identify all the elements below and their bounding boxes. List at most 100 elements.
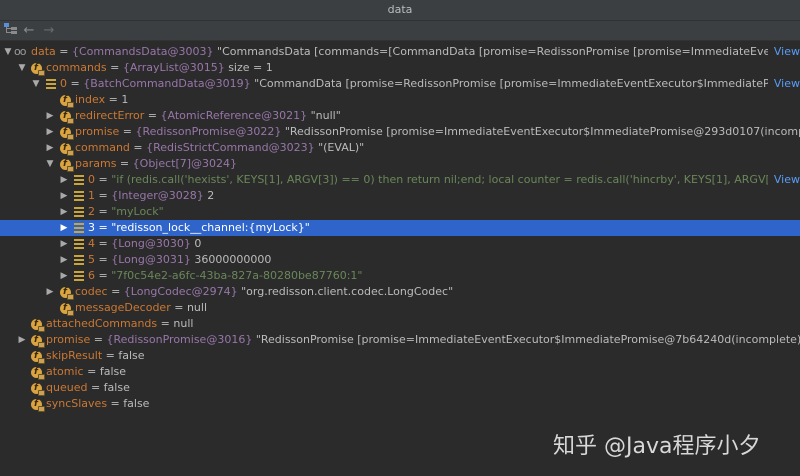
tree-row-redirectError[interactable]: ▶ redirectError = {AtomicReference@3021}… — [0, 108, 800, 124]
variable-name: attachedCommands — [46, 317, 158, 330]
view-link[interactable]: View — [767, 76, 800, 92]
collapsed-arrow-icon[interactable]: ▶ — [59, 268, 69, 284]
tree-row-promise-top[interactable]: ▶ promise = {RedissonPromise@3016} "Redi… — [0, 332, 800, 348]
equals-sign: = — [105, 93, 122, 106]
equals-sign: = — [95, 189, 112, 202]
tree-row-param-4[interactable]: ▶ 4 = {Long@3030} 0 — [0, 236, 800, 252]
collapsed-arrow-icon[interactable]: ▶ — [59, 188, 69, 204]
tree-row-messageDecoder[interactable]: messageDecoder = null — [0, 300, 800, 316]
forward-arrow-icon[interactable]: → — [41, 23, 57, 38]
tree-row-syncSlaves[interactable]: syncSlaves = false — [0, 396, 800, 412]
collapsed-arrow-icon[interactable]: ▶ — [59, 220, 69, 236]
collapsed-arrow-icon[interactable]: ▶ — [59, 204, 69, 220]
variable-value: "null" — [310, 109, 341, 122]
expanded-arrow-icon[interactable]: ▼ — [3, 44, 13, 60]
array-element-icon — [74, 255, 84, 265]
collapsed-arrow-icon[interactable]: ▶ — [17, 332, 27, 348]
view-link[interactable]: View — [767, 44, 800, 60]
array-element-icon — [46, 79, 56, 89]
tree-row-skipResult[interactable]: skipResult = false — [0, 348, 800, 364]
variable-name: 2 — [88, 205, 95, 218]
equals-sign: = — [95, 253, 112, 266]
field-icon — [31, 332, 45, 348]
variable-value: "org.redisson.client.codec.LongCodec" — [241, 285, 454, 298]
variable-name: data — [31, 45, 56, 58]
expanded-arrow-icon[interactable]: ▼ — [31, 76, 41, 92]
expanded-arrow-icon[interactable]: ▼ — [17, 60, 27, 76]
equals-sign: = — [157, 317, 174, 330]
equals-sign: = — [144, 109, 161, 122]
field-icon — [60, 92, 74, 108]
collapsed-arrow-icon[interactable]: ▶ — [45, 108, 55, 124]
tree-row-promise[interactable]: ▶ promise = {RedissonPromise@3022} "Redi… — [0, 124, 800, 140]
tree-row-params[interactable]: ▼ params = {Object[7]@3024} — [0, 156, 800, 172]
variable-name: 0 — [88, 173, 95, 186]
equals-sign: = — [95, 221, 112, 234]
collapsed-arrow-icon[interactable]: ▶ — [45, 124, 55, 140]
equals-sign: = — [170, 301, 187, 314]
equals-sign: = — [95, 269, 112, 282]
equals-sign: = — [83, 365, 100, 378]
window-title: data — [0, 0, 800, 21]
variable-value: "RedissonPromise [promise=ImmediateEvent… — [284, 125, 800, 138]
variable-name: promise — [46, 333, 91, 346]
equals-sign: = — [102, 349, 119, 362]
variable-name: index — [75, 93, 106, 106]
variables-tree: ▼ oo data = {CommandsData@3003} "Command… — [0, 41, 800, 476]
field-icon — [60, 108, 74, 124]
tree-row-param-3[interactable]: ▶ 3 = "redisson_lock__channel:{myLock}" — [0, 220, 800, 236]
collapsed-arrow-icon[interactable]: ▶ — [45, 140, 55, 156]
field-icon — [31, 364, 45, 380]
variable-type: {Long@3030} — [111, 237, 195, 250]
array-element-icon — [74, 175, 84, 185]
variable-value: 0 — [194, 237, 202, 250]
tree-row-param-1[interactable]: ▶ 1 = {Integer@3028} 2 — [0, 188, 800, 204]
field-icon — [60, 124, 74, 140]
variable-type: {LongCodec@2974} — [123, 285, 242, 298]
collapsed-arrow-icon[interactable]: ▶ — [59, 252, 69, 268]
tree-row-atomic[interactable]: atomic = false — [0, 364, 800, 380]
tree-row-attachedCommands[interactable]: attachedCommands = null — [0, 316, 800, 332]
variable-value: null — [173, 317, 194, 330]
collapsed-arrow-icon[interactable]: ▶ — [59, 172, 69, 188]
variable-value: "CommandsData [commands=[CommandData [pr… — [217, 45, 800, 58]
tree-row-param-0[interactable]: ▶ 0 = "if (redis.call('hexists', KEYS[1]… — [0, 172, 800, 188]
tree-row-commands[interactable]: ▼ commands = {ArrayList@3015} size = 1 — [0, 60, 800, 76]
array-element-icon — [74, 271, 84, 281]
tree-row-element-0[interactable]: ▼ 0 = {BatchCommandData@3019} "CommandDa… — [0, 76, 800, 92]
tree-row-param-6[interactable]: ▶ 6 = "7f0c54e2-a6fc-43ba-827a-80280be87… — [0, 268, 800, 284]
equals-sign: = — [90, 333, 107, 346]
variable-value: 2 — [207, 189, 215, 202]
tree-row-param-2[interactable]: ▶ 2 = "myLock" — [0, 204, 800, 220]
equals-sign: = — [67, 77, 84, 90]
tree-row-param-5[interactable]: ▶ 5 = {Long@3031} 36000000000 — [0, 252, 800, 268]
field-icon — [31, 396, 45, 412]
variable-name: codec — [75, 285, 108, 298]
tree-view-icon[interactable] — [3, 23, 19, 38]
collapsed-arrow-icon[interactable]: ▶ — [45, 284, 55, 300]
tree-row-data[interactable]: ▼ oo data = {CommandsData@3003} "Command… — [0, 44, 800, 60]
variable-name: 3 — [88, 221, 95, 234]
tree-row-command[interactable]: ▶ command = {RedisStrictCommand@3023} "(… — [0, 140, 800, 156]
variable-value: "CommandData [promise=RedissonPromise [p… — [254, 77, 800, 90]
tree-row-index[interactable]: index = 1 — [0, 92, 800, 108]
tree-row-queued[interactable]: queued = false — [0, 380, 800, 396]
variable-value: "myLock" — [111, 205, 164, 218]
variable-type: {ArrayList@3015} — [122, 61, 229, 74]
equals-sign: = — [129, 141, 147, 154]
expanded-arrow-icon[interactable]: ▼ — [45, 156, 55, 172]
variable-name: 4 — [88, 237, 95, 250]
variable-name: redirectError — [75, 109, 145, 122]
variable-type: {RedissonPromise@3022} — [135, 125, 285, 138]
collapsed-arrow-icon[interactable]: ▶ — [59, 236, 69, 252]
variable-name: 5 — [88, 253, 95, 266]
equals-sign: = — [95, 173, 112, 186]
view-link[interactable]: View — [767, 172, 800, 188]
tree-row-codec[interactable]: ▶ codec = {LongCodec@2974} "org.redisson… — [0, 284, 800, 300]
variable-name: syncSlaves — [46, 397, 108, 410]
back-arrow-icon[interactable]: ← — [21, 23, 37, 38]
variable-value: 1 — [121, 93, 129, 106]
equals-sign: = — [119, 125, 136, 138]
variable-type: {AtomicReference@3021} — [160, 109, 311, 122]
variable-value: false — [118, 349, 145, 362]
